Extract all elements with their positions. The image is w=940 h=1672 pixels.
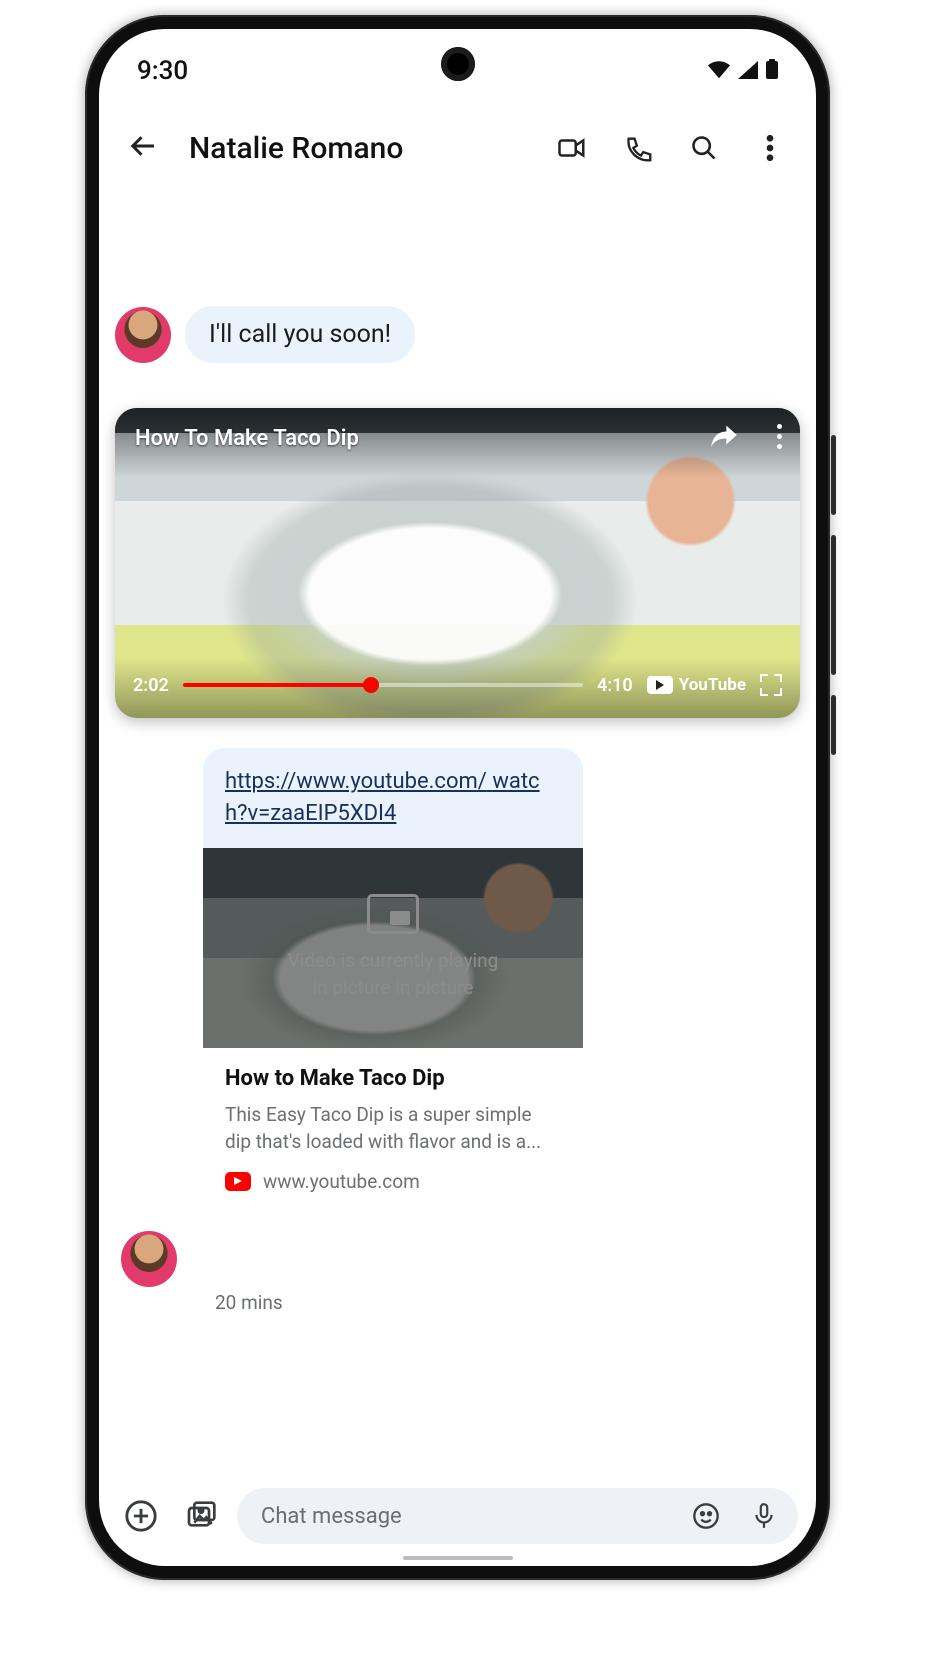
- search-button[interactable]: [680, 124, 728, 172]
- voice-call-button[interactable]: [614, 124, 662, 172]
- message-timestamp: 20 mins: [215, 1291, 800, 1314]
- link-url-line1: https://www.youtube.com/: [225, 769, 487, 794]
- link-preview-card[interactable]: https://www.youtube.com/ watch?v=zaaEIP5…: [203, 748, 583, 1213]
- video-call-button[interactable]: [548, 124, 596, 172]
- total-duration: 4:10: [597, 675, 633, 696]
- video-menu-button[interactable]: [777, 424, 782, 449]
- emoji-button[interactable]: [682, 1492, 730, 1540]
- message-bubble[interactable]: I'll call you soon!: [185, 306, 415, 363]
- youtube-logo[interactable]: YouTube: [647, 675, 746, 695]
- preview-source-text: www.youtube.com: [263, 1170, 420, 1193]
- seek-bar[interactable]: [183, 683, 583, 687]
- front-camera: [441, 47, 475, 81]
- link-url[interactable]: https://www.youtube.com/ watch?v=zaaEIP5…: [203, 748, 583, 848]
- preview-source: www.youtube.com: [225, 1170, 561, 1193]
- contact-avatar[interactable]: [115, 307, 171, 363]
- back-button[interactable]: [121, 123, 167, 173]
- composer: Chat message: [117, 1488, 798, 1544]
- youtube-label: YouTube: [679, 675, 746, 695]
- preview-description: This Easy Taco Dip is a super simple dip…: [225, 1101, 561, 1156]
- contact-name: Natalie Romano: [189, 131, 403, 166]
- elapsed-time: 2:02: [133, 675, 169, 696]
- fullscreen-button[interactable]: [760, 674, 782, 696]
- cell-signal-icon: [738, 56, 758, 86]
- add-button[interactable]: [117, 1492, 165, 1540]
- wifi-icon: [708, 56, 730, 86]
- message-incoming: I'll call you soon!: [115, 306, 800, 363]
- input-placeholder: Chat message: [261, 1504, 672, 1529]
- video-title: How To Make Taco Dip: [135, 426, 359, 451]
- message-input[interactable]: Chat message: [237, 1488, 798, 1544]
- share-button[interactable]: [710, 422, 738, 452]
- pip-overlay-text: Video is currently playing in picture in…: [288, 948, 499, 1001]
- pip-video-player[interactable]: How To Make Taco Dip 2:02 4:10: [115, 408, 800, 718]
- conversation-header: Natalie Romano: [99, 93, 816, 191]
- mic-button[interactable]: [740, 1492, 788, 1540]
- pip-icon: [367, 894, 419, 934]
- preview-title: How to Make Taco Dip: [225, 1066, 561, 1091]
- youtube-icon: [225, 1172, 251, 1191]
- contact-avatar[interactable]: [121, 1231, 177, 1287]
- battery-icon: [766, 56, 778, 86]
- preview-thumbnail: Video is currently playing in picture in…: [203, 848, 583, 1048]
- home-indicator: [403, 1556, 513, 1560]
- status-time: 9:30: [137, 56, 188, 86]
- overflow-menu-button[interactable]: [746, 124, 794, 172]
- gallery-button[interactable]: [177, 1492, 225, 1540]
